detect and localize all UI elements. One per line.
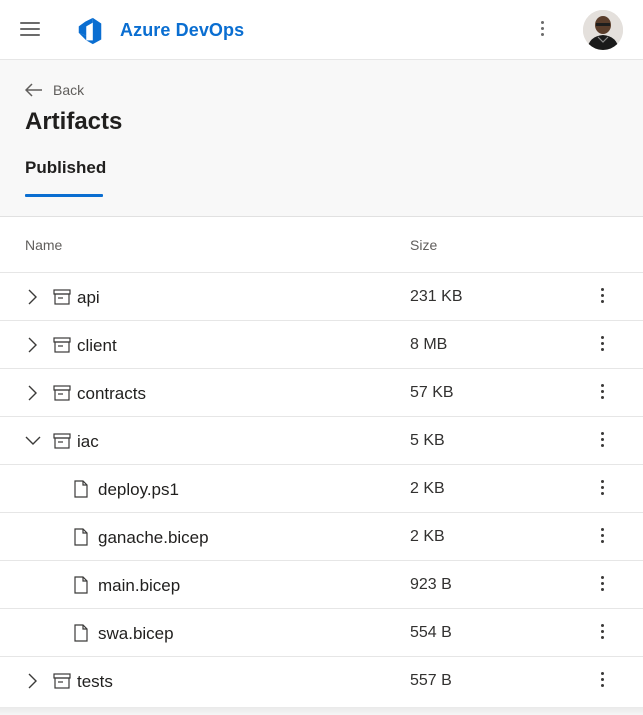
file-icon [72, 624, 90, 642]
row-size: 57 KB [410, 384, 454, 401]
brand-name[interactable]: Azure DevOps [120, 20, 244, 41]
row-more-vertical-icon[interactable] [592, 429, 612, 453]
file-icon [72, 480, 90, 498]
file-icon [72, 528, 90, 546]
row-more-vertical-icon[interactable] [592, 525, 612, 549]
user-avatar[interactable] [583, 10, 623, 50]
row-more-vertical-icon[interactable] [592, 669, 612, 693]
archive-box-icon [53, 288, 71, 306]
row-name[interactable]: client [77, 336, 117, 356]
chevron-right-icon[interactable] [25, 385, 39, 401]
row-name[interactable]: contracts [77, 384, 146, 404]
table-row[interactable]: iac 5 KB [0, 417, 643, 465]
back-label: Back [53, 82, 85, 98]
row-name[interactable]: tests [77, 672, 113, 692]
table-row[interactable]: client 8 MB [0, 321, 643, 369]
row-name[interactable]: deploy.ps1 [98, 480, 179, 500]
arrow-left-icon [25, 83, 42, 97]
row-size: 2 KB [410, 480, 445, 497]
row-size: 2 KB [410, 528, 445, 545]
table-row[interactable]: swa.bicep 554 B [0, 609, 643, 657]
page-header: Back Artifacts Published [0, 60, 643, 217]
table-row[interactable]: tests 557 B [0, 657, 643, 705]
row-size: 923 B [410, 576, 452, 593]
table-header: Name Size [0, 217, 643, 273]
artifacts-table: Name Size api 231 KB client 8 MB contracts 57… [0, 217, 643, 705]
row-more-vertical-icon[interactable] [592, 573, 612, 597]
archive-box-icon [53, 432, 71, 450]
archive-box-icon [53, 672, 71, 690]
table-row[interactable]: main.bicep 923 B [0, 561, 643, 609]
row-name[interactable]: ganache.bicep [98, 528, 209, 548]
chevron-right-icon[interactable] [25, 289, 39, 305]
row-more-vertical-icon[interactable] [592, 285, 612, 309]
table-row[interactable]: ganache.bicep 2 KB [0, 513, 643, 561]
tab-selected-indicator [25, 194, 103, 197]
back-link[interactable]: Back [25, 82, 84, 98]
column-header-size[interactable]: Size [410, 237, 437, 253]
archive-box-icon [53, 336, 71, 354]
row-more-vertical-icon[interactable] [592, 333, 612, 357]
file-icon [72, 576, 90, 594]
chevron-right-icon[interactable] [25, 337, 39, 353]
row-more-vertical-icon[interactable] [592, 477, 612, 501]
more-vertical-icon[interactable] [532, 18, 552, 42]
row-size: 557 B [410, 672, 452, 689]
chevron-down-icon[interactable] [25, 433, 41, 447]
column-header-name[interactable]: Name [25, 237, 62, 253]
row-name[interactable]: api [77, 288, 100, 308]
hamburger-menu-icon[interactable] [20, 22, 40, 38]
page-title: Artifacts [25, 108, 123, 135]
row-size: 8 MB [410, 336, 448, 353]
row-name[interactable]: iac [77, 432, 99, 452]
row-name[interactable]: main.bicep [98, 576, 180, 596]
chevron-right-icon[interactable] [25, 673, 39, 689]
row-name[interactable]: swa.bicep [98, 624, 174, 644]
table-row[interactable]: deploy.ps1 2 KB [0, 465, 643, 513]
top-bar: Azure DevOps [0, 0, 643, 60]
tab-published[interactable]: Published [25, 158, 106, 178]
archive-box-icon [53, 384, 71, 402]
azure-devops-logo[interactable] [75, 16, 105, 46]
table-row[interactable]: api 231 KB [0, 273, 643, 321]
row-size: 554 B [410, 624, 452, 641]
row-more-vertical-icon[interactable] [592, 381, 612, 405]
row-size: 231 KB [410, 288, 463, 305]
table-row[interactable]: contracts 57 KB [0, 369, 643, 417]
row-more-vertical-icon[interactable] [592, 621, 612, 645]
bottom-edge [0, 707, 643, 715]
row-size: 5 KB [410, 432, 445, 449]
